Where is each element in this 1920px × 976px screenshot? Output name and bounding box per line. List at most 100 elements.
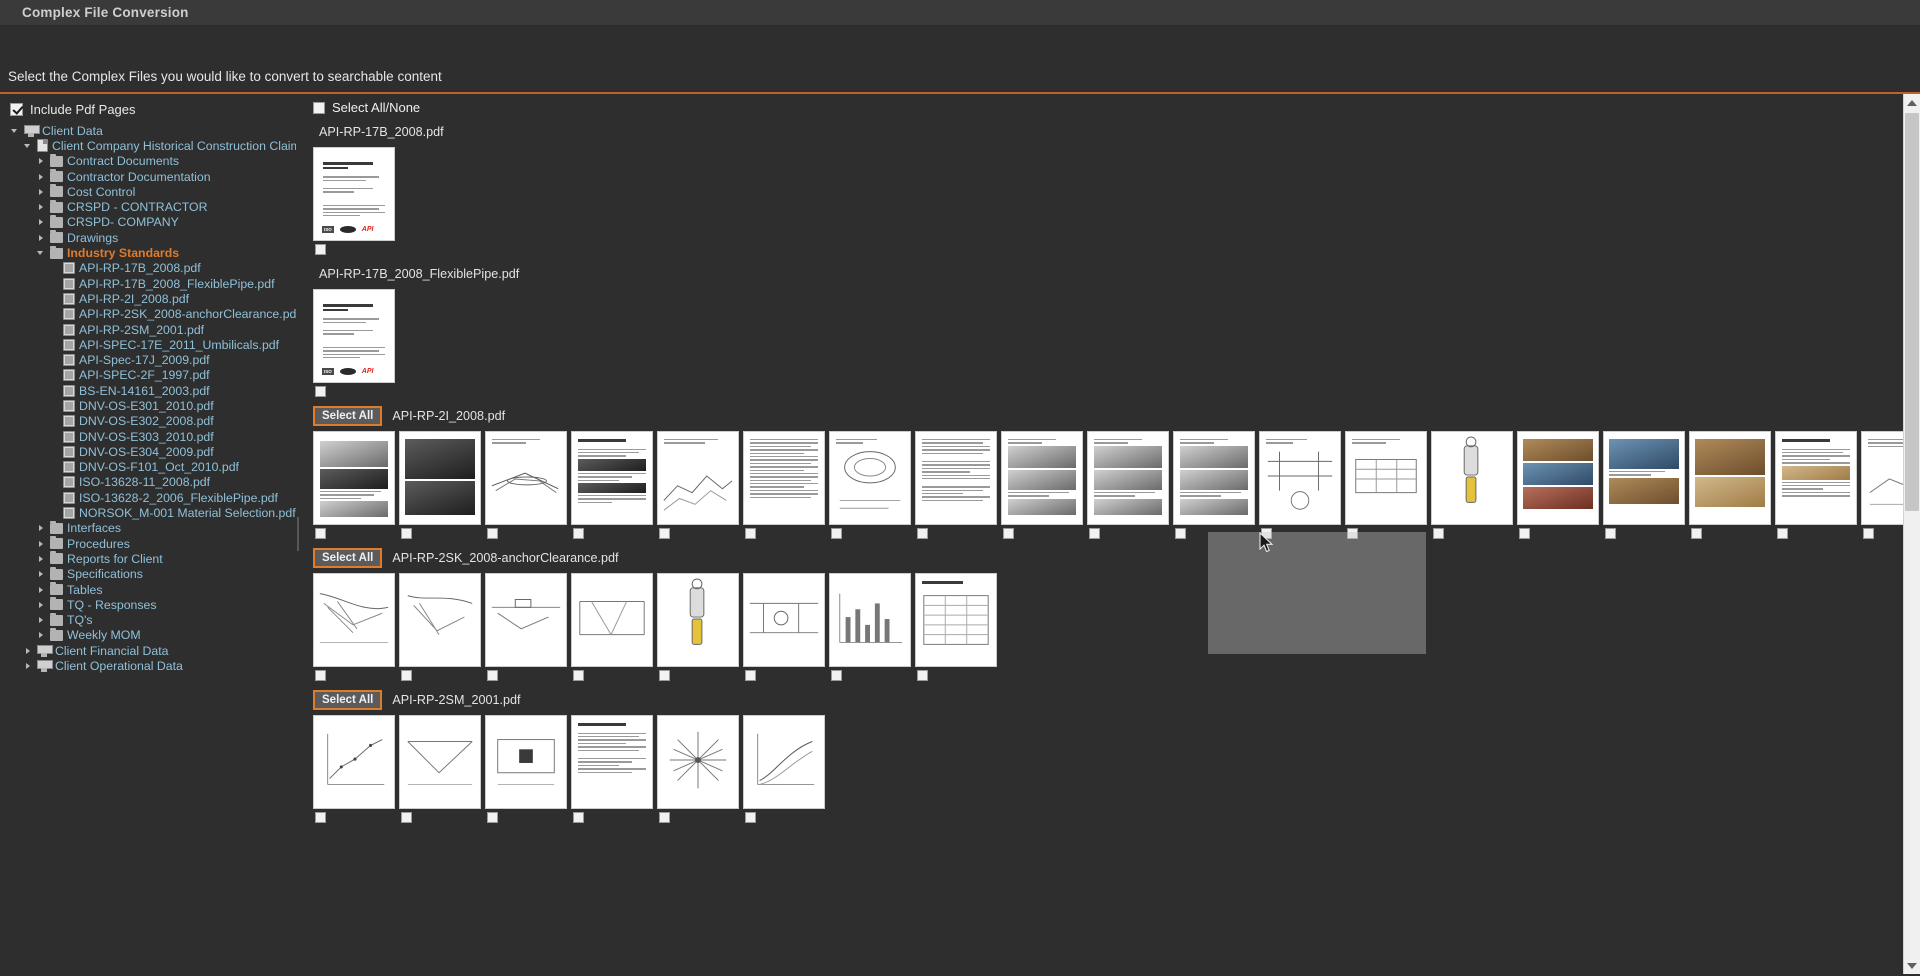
tree-item[interactable]: DNV-OS-E303_2010.pdf: [6, 429, 296, 444]
page-select-checkbox[interactable]: [573, 670, 584, 681]
page-select-checkbox[interactable]: [401, 670, 412, 681]
page-thumbnail[interactable]: [1603, 431, 1685, 525]
page-select-checkbox[interactable]: [315, 386, 326, 397]
vertical-scrollbar[interactable]: [1903, 94, 1920, 974]
tree-item[interactable]: CRSPD- COMPANY: [6, 214, 296, 230]
page-thumbnail[interactable]: [657, 573, 739, 667]
page-thumbnail[interactable]: [657, 715, 739, 809]
page-thumbnail[interactable]: [1431, 431, 1513, 525]
page-select-checkbox[interactable]: [1777, 528, 1788, 539]
tree-item[interactable]: API-SPEC-17E_2011_Umbilicals.pdf: [6, 337, 296, 352]
tree-item[interactable]: DNV-OS-F101_Oct_2010.pdf: [6, 460, 296, 475]
page-select-checkbox[interactable]: [401, 812, 412, 823]
page-select-checkbox[interactable]: [917, 670, 928, 681]
page-select-checkbox[interactable]: [1863, 528, 1874, 539]
page-select-checkbox[interactable]: [1261, 528, 1272, 539]
include-pdf-pages-row[interactable]: Include Pdf Pages: [0, 102, 296, 123]
select-all-button[interactable]: Select All: [313, 406, 383, 426]
page-select-checkbox[interactable]: [315, 812, 326, 823]
tree-item[interactable]: NORSOK_M-001 Material Selection.pdf: [6, 505, 296, 520]
page-select-checkbox[interactable]: [1089, 528, 1100, 539]
page-thumbnail[interactable]: [1087, 431, 1169, 525]
chevron-down-icon[interactable]: [10, 126, 20, 136]
tree-item[interactable]: Procedures: [6, 536, 296, 551]
page-select-checkbox[interactable]: [573, 812, 584, 823]
page-select-checkbox[interactable]: [487, 812, 498, 823]
page-thumbnail[interactable]: [829, 573, 911, 667]
page-thumbnail[interactable]: [485, 573, 567, 667]
page-select-checkbox[interactable]: [315, 670, 326, 681]
tree-item[interactable]: API-RP-2I_2008.pdf: [6, 291, 296, 306]
page-thumbnail[interactable]: [313, 715, 395, 809]
page-select-checkbox[interactable]: [573, 528, 584, 539]
page-select-checkbox[interactable]: [745, 812, 756, 823]
page-thumbnail[interactable]: [1517, 431, 1599, 525]
page-select-checkbox[interactable]: [1519, 528, 1530, 539]
page-select-checkbox[interactable]: [831, 670, 842, 681]
chevron-right-icon[interactable]: [36, 172, 46, 182]
tree-item[interactable]: CRSPD - CONTRACTOR: [6, 199, 296, 214]
tree-item[interactable]: API-Spec-17J_2009.pdf: [6, 352, 296, 367]
page-thumbnail[interactable]: [657, 431, 739, 525]
page-thumbnail[interactable]: ISO API: [313, 289, 395, 383]
page-select-checkbox[interactable]: [315, 528, 326, 539]
page-thumbnail[interactable]: [571, 715, 653, 809]
page-thumbnail[interactable]: [1861, 431, 1903, 525]
chevron-down-icon[interactable]: [36, 248, 46, 258]
tree-item[interactable]: Contract Documents: [6, 153, 296, 169]
scroll-up-arrow-icon[interactable]: [1904, 94, 1920, 111]
page-select-checkbox[interactable]: [659, 528, 670, 539]
tree-item[interactable]: TQ's: [6, 612, 296, 628]
tree-item[interactable]: DNV-OS-E304_2009.pdf: [6, 444, 296, 459]
tree-item[interactable]: API-RP-17B_2008.pdf: [6, 261, 296, 276]
chevron-right-icon[interactable]: [23, 661, 33, 671]
tree-item[interactable]: DNV-OS-E301_2010.pdf: [6, 398, 296, 413]
tree-item[interactable]: Client Company Historical Construction C…: [6, 138, 296, 153]
tree-item[interactable]: Cost Control: [6, 184, 296, 199]
tree-item[interactable]: API-RP-2SM_2001.pdf: [6, 322, 296, 337]
tree-item[interactable]: API-RP-17B_2008_FlexiblePipe.pdf: [6, 276, 296, 291]
tree-item[interactable]: Reports for Client: [6, 551, 296, 566]
tree-item[interactable]: Specifications: [6, 566, 296, 582]
chevron-right-icon[interactable]: [36, 217, 46, 227]
tree-item[interactable]: Client Financial Data: [6, 643, 296, 658]
page-select-checkbox[interactable]: [1347, 528, 1358, 539]
chevron-right-icon[interactable]: [36, 156, 46, 166]
chevron-right-icon[interactable]: [36, 585, 46, 595]
select-all-none-row[interactable]: Select All/None: [313, 100, 1903, 115]
page-select-checkbox[interactable]: [401, 528, 412, 539]
chevron-right-icon[interactable]: [36, 569, 46, 579]
tree-item[interactable]: Client Data: [6, 123, 296, 138]
chevron-right-icon[interactable]: [36, 202, 46, 212]
page-select-checkbox[interactable]: [315, 244, 326, 255]
page-thumbnail[interactable]: ISO API: [313, 147, 395, 241]
scroll-down-arrow-icon[interactable]: [1904, 957, 1920, 974]
tree-item[interactable]: DNV-OS-E302_2008.pdf: [6, 414, 296, 429]
page-thumbnail[interactable]: [1345, 431, 1427, 525]
tree-item[interactable]: Drawings: [6, 230, 296, 245]
tree-item[interactable]: API-RP-2SK_2008-anchorClearance.pdf: [6, 307, 296, 322]
page-select-checkbox[interactable]: [1433, 528, 1444, 539]
page-thumbnail[interactable]: [743, 431, 825, 525]
chevron-right-icon[interactable]: [36, 600, 46, 610]
tree-item[interactable]: Interfaces: [6, 520, 296, 536]
scrollbar-thumb[interactable]: [1905, 113, 1919, 511]
page-thumbnail[interactable]: [571, 573, 653, 667]
page-select-checkbox[interactable]: [1691, 528, 1702, 539]
page-thumbnail[interactable]: [1001, 431, 1083, 525]
tree-item[interactable]: Tables: [6, 582, 296, 597]
page-thumbnail[interactable]: [1173, 431, 1255, 525]
tree-item[interactable]: Industry Standards: [6, 245, 296, 260]
chevron-right-icon[interactable]: [36, 523, 46, 533]
chevron-right-icon[interactable]: [36, 187, 46, 197]
tree-item[interactable]: Weekly MOM: [6, 627, 296, 643]
page-thumbnail[interactable]: [1689, 431, 1771, 525]
page-thumbnail[interactable]: [399, 431, 481, 525]
chevron-right-icon[interactable]: [36, 233, 46, 243]
page-select-checkbox[interactable]: [487, 670, 498, 681]
page-select-checkbox[interactable]: [659, 670, 670, 681]
page-select-checkbox[interactable]: [1605, 528, 1616, 539]
page-select-checkbox[interactable]: [1003, 528, 1014, 539]
page-thumbnail[interactable]: [743, 715, 825, 809]
page-thumbnail[interactable]: [399, 573, 481, 667]
